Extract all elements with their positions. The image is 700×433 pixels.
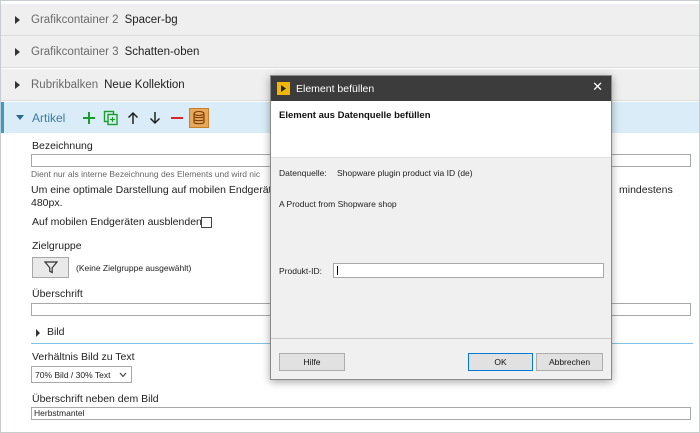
filter-icon: [43, 261, 58, 274]
database-icon[interactable]: [189, 107, 210, 128]
accordion-type: Grafikcontainer 3: [31, 45, 119, 58]
datenquelle-label: Datenquelle:: [279, 168, 327, 178]
chevron-down-icon: [119, 372, 127, 378]
accordion-name: Neue Kollektion: [104, 78, 185, 91]
cancel-button[interactable]: Abbrechen: [536, 353, 603, 371]
produkt-id-input[interactable]: [333, 263, 604, 278]
ueberschrift-bild-input[interactable]: Herbstmantel: [31, 407, 691, 420]
dialog-header: Element aus Datenquelle befüllen: [271, 101, 611, 158]
hide-mobile-label: Auf mobilen Endgeräten ausblenden: [32, 216, 202, 228]
accordion-row-grafikcontainer-3[interactable]: Grafikcontainer 3 Schatten-oben: [1, 36, 699, 68]
close-icon[interactable]: ✕: [592, 80, 603, 95]
bezeichnung-label: Bezeichnung: [32, 140, 93, 152]
zielgruppe-value: (Keine Zielgruppe ausgewählt): [76, 263, 192, 273]
produkt-id-label: Produkt-ID:: [279, 266, 322, 276]
bezeichnung-hint: Dient nur als interne Bezeichnung des El…: [31, 169, 261, 179]
editor-panel: Grafikcontainer 2 Spacer-bg Grafikcontai…: [0, 0, 700, 433]
mobile-info-text-right: mindestens: [619, 184, 673, 196]
help-button[interactable]: Hilfe: [279, 353, 345, 371]
mobile-info-text-line2: 480px.: [31, 197, 63, 209]
dialog-title: Element befüllen: [296, 82, 375, 95]
dialog-footer-separator: [271, 338, 611, 339]
accordion-name: Schatten-oben: [124, 45, 200, 58]
hide-mobile-checkbox[interactable]: [201, 217, 212, 228]
bild-section-label[interactable]: Bild: [47, 326, 65, 338]
chevron-right-icon: [15, 15, 20, 24]
element-befuellen-dialog: Element befüllen ✕ Element aus Datenquel…: [270, 75, 612, 380]
verhaeltnis-value: 70% Bild / 30% Text: [35, 369, 111, 380]
minus-icon[interactable]: [167, 108, 187, 128]
chevron-down-icon: [16, 115, 24, 120]
arrow-up-icon[interactable]: [123, 108, 143, 128]
arrow-down-icon[interactable]: [145, 108, 165, 128]
ok-button[interactable]: OK: [468, 353, 533, 371]
accordion-type: Rubrikbalken: [31, 78, 99, 91]
zielgruppe-filter-button[interactable]: [32, 257, 69, 278]
text-caret: [337, 266, 338, 275]
verhaeltnis-label: Verhältnis Bild zu Text: [32, 351, 135, 363]
ueberschrift-bild-label: Überschrift neben dem Bild: [32, 393, 159, 405]
zielgruppe-label: Zielgruppe: [32, 240, 82, 252]
dialog-titlebar[interactable]: Element befüllen ✕: [271, 76, 611, 101]
copy-icon[interactable]: [101, 108, 121, 128]
chevron-right-icon: [15, 47, 20, 56]
accordion-type: Grafikcontainer 2: [31, 13, 119, 26]
accordion-type: Artikel: [32, 110, 66, 125]
accordion-name: Spacer-bg: [124, 13, 178, 26]
chevron-right-icon[interactable]: [36, 329, 40, 337]
ueberschrift-label: Überschrift: [32, 288, 83, 300]
chevron-right-icon: [15, 80, 20, 89]
plus-icon[interactable]: [79, 108, 99, 128]
datenquelle-value: Shopware plugin product via ID (de): [337, 168, 473, 178]
verhaeltnis-select[interactable]: 70% Bild / 30% Text: [31, 366, 132, 383]
datenquelle-description: A Product from Shopware shop: [279, 199, 397, 209]
ueberschrift-bild-value: Herbstmantel: [34, 408, 85, 418]
mobile-info-text: Um eine optimale Darstellung auf mobilen…: [31, 184, 292, 196]
accordion-row-grafikcontainer-2[interactable]: Grafikcontainer 2 Spacer-bg: [1, 4, 699, 36]
dialog-heading: Element aus Datenquelle befüllen: [279, 110, 431, 121]
app-icon: [277, 82, 290, 95]
